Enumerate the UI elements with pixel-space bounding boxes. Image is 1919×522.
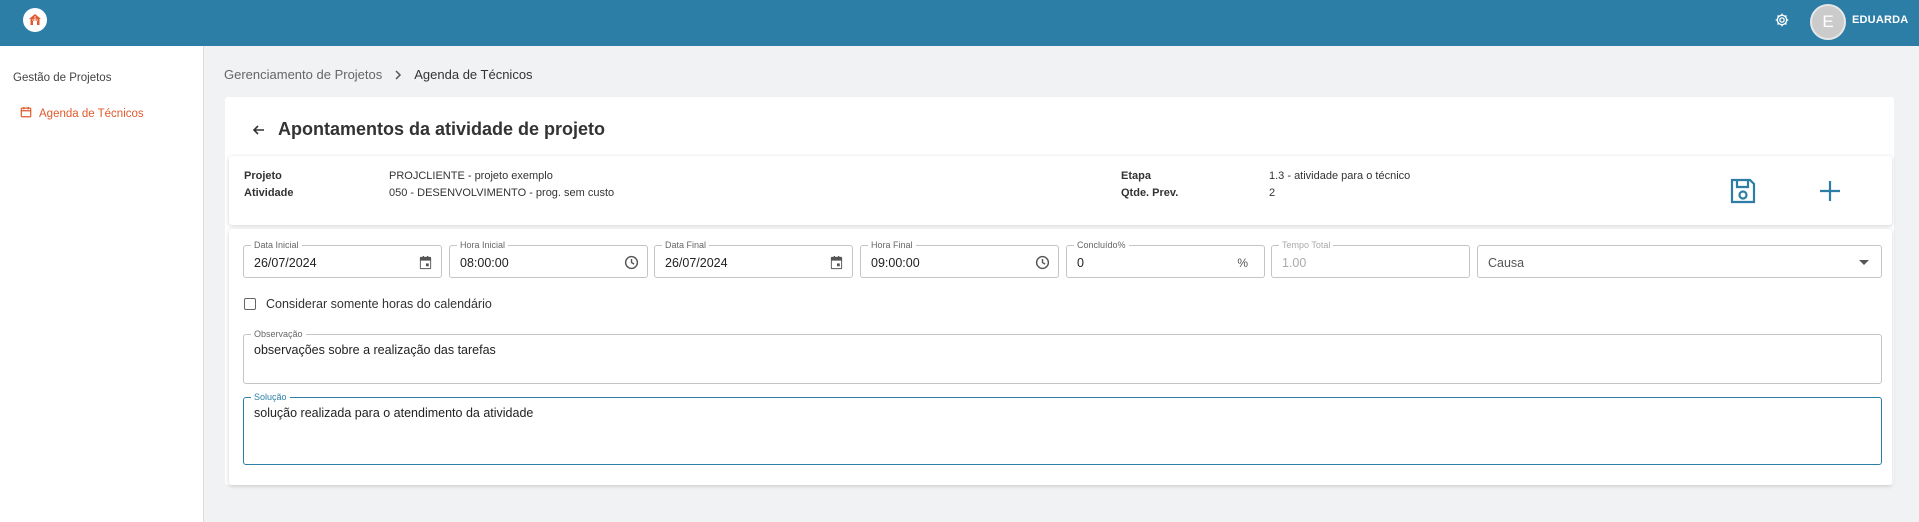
dropdown-arrow-icon[interactable] <box>1859 260 1869 265</box>
solucao-label: Solução <box>251 391 290 403</box>
page-title: Apontamentos da atividade de projeto <box>278 119 606 139</box>
breadcrumb: Gerenciamento de Projetos Agenda de Técn… <box>224 67 533 82</box>
data-final-value[interactable]: 26/07/2024 <box>665 256 728 270</box>
atividade-label: Atividade <box>244 187 294 199</box>
clock-icon[interactable] <box>623 254 639 270</box>
data-final-field[interactable]: Data Final 26/07/2024 <box>654 239 853 278</box>
sidebar-section-title: Gestão de Projetos <box>13 72 112 84</box>
top-bar: E EDUARDA <box>0 0 1919 46</box>
hora-final-field[interactable]: Hora Final 09:00:00 <box>860 239 1059 278</box>
observacao-label: Observação <box>251 328 306 340</box>
tempo-total-label: Tempo Total <box>1279 239 1334 251</box>
username-label[interactable]: EDUARDA <box>1852 14 1908 26</box>
solucao-value[interactable]: solução realizada para o atendimento da … <box>254 406 533 420</box>
data-final-label: Data Final <box>662 239 710 251</box>
chevron-right-icon <box>394 69 402 80</box>
solucao-textarea[interactable]: Solução solução realizada para o atendim… <box>243 391 1882 465</box>
causa-select[interactable]: Causa <box>1477 245 1882 278</box>
calendar-hours-checkbox[interactable] <box>244 298 256 310</box>
page-header: Apontamentos da atividade de projeto <box>250 119 605 140</box>
hora-final-value[interactable]: 09:00:00 <box>871 256 920 270</box>
projeto-value: PROJCLIENTE - projeto exemplo <box>389 170 553 182</box>
calendar-icon[interactable] <box>828 254 844 270</box>
back-arrow-icon[interactable] <box>250 121 268 139</box>
plus-icon <box>1820 181 1840 201</box>
data-inicial-label: Data Inicial <box>251 239 302 251</box>
breadcrumb-item-gerenciamento[interactable]: Gerenciamento de Projetos <box>224 67 382 82</box>
etapa-value: 1.3 - atividade para o técnico <box>1269 170 1411 182</box>
data-inicial-field[interactable]: Data Inicial 26/07/2024 <box>243 239 442 278</box>
sidebar: Gestão de Projetos Agenda de Técnicos <box>0 46 204 522</box>
qtde-prev-value: 2 <box>1269 187 1276 199</box>
calendar-hours-checkbox-label[interactable]: Considerar somente horas do calendário <box>266 297 492 311</box>
hora-final-label: Hora Final <box>868 239 916 251</box>
breadcrumb-item-current: Agenda de Técnicos <box>414 67 533 82</box>
tempo-total-value: 1.00 <box>1282 256 1307 270</box>
calendar-hours-checkbox-row[interactable]: Considerar somente horas do calendário <box>244 297 492 311</box>
clock-icon[interactable] <box>1034 254 1050 270</box>
observacao-textarea[interactable]: Observação observações sobre a realizaçã… <box>243 328 1882 384</box>
hora-inicial-value[interactable]: 08:00:00 <box>460 256 509 270</box>
concluido-value[interactable]: 0 <box>1077 256 1084 270</box>
tempo-total-field: Tempo Total 1.00 <box>1271 239 1470 278</box>
sidebar-item-agenda-tecnicos[interactable]: Agenda de Técnicos <box>20 106 144 121</box>
concluido-field[interactable]: Concluído% 0 % <box>1066 239 1265 278</box>
atividade-value: 050 - DESENVOLVIMENTO - prog. sem custo <box>389 187 615 199</box>
house-logo-icon[interactable] <box>23 8 47 32</box>
data-inicial-value[interactable]: 26/07/2024 <box>254 256 317 270</box>
observacao-value[interactable]: observações sobre a realização das taref… <box>254 343 496 357</box>
avatar[interactable]: E <box>1810 4 1846 40</box>
etapa-label: Etapa <box>1121 170 1151 182</box>
add-button[interactable] <box>1815 176 1845 206</box>
save-button[interactable] <box>1728 176 1758 206</box>
qtde-prev-label: Qtde. Prev. <box>1121 187 1179 199</box>
projeto-label: Projeto <box>244 170 282 182</box>
floppy-disk-icon <box>1730 178 1756 204</box>
project-info-panel: Projeto PROJCLIENTE - projeto exemplo At… <box>229 156 1892 225</box>
hora-inicial-field[interactable]: Hora Inicial 08:00:00 <box>449 239 648 278</box>
sidebar-item-label: Agenda de Técnicos <box>39 107 144 120</box>
gear-icon[interactable] <box>1773 11 1791 29</box>
causa-placeholder[interactable]: Causa <box>1488 256 1524 270</box>
hora-inicial-label: Hora Inicial <box>457 239 509 251</box>
percent-suffix: % <box>1237 256 1248 270</box>
calendar-icon[interactable] <box>417 254 433 270</box>
concluido-label: Concluído% <box>1074 239 1129 251</box>
calendar-icon <box>20 106 32 121</box>
